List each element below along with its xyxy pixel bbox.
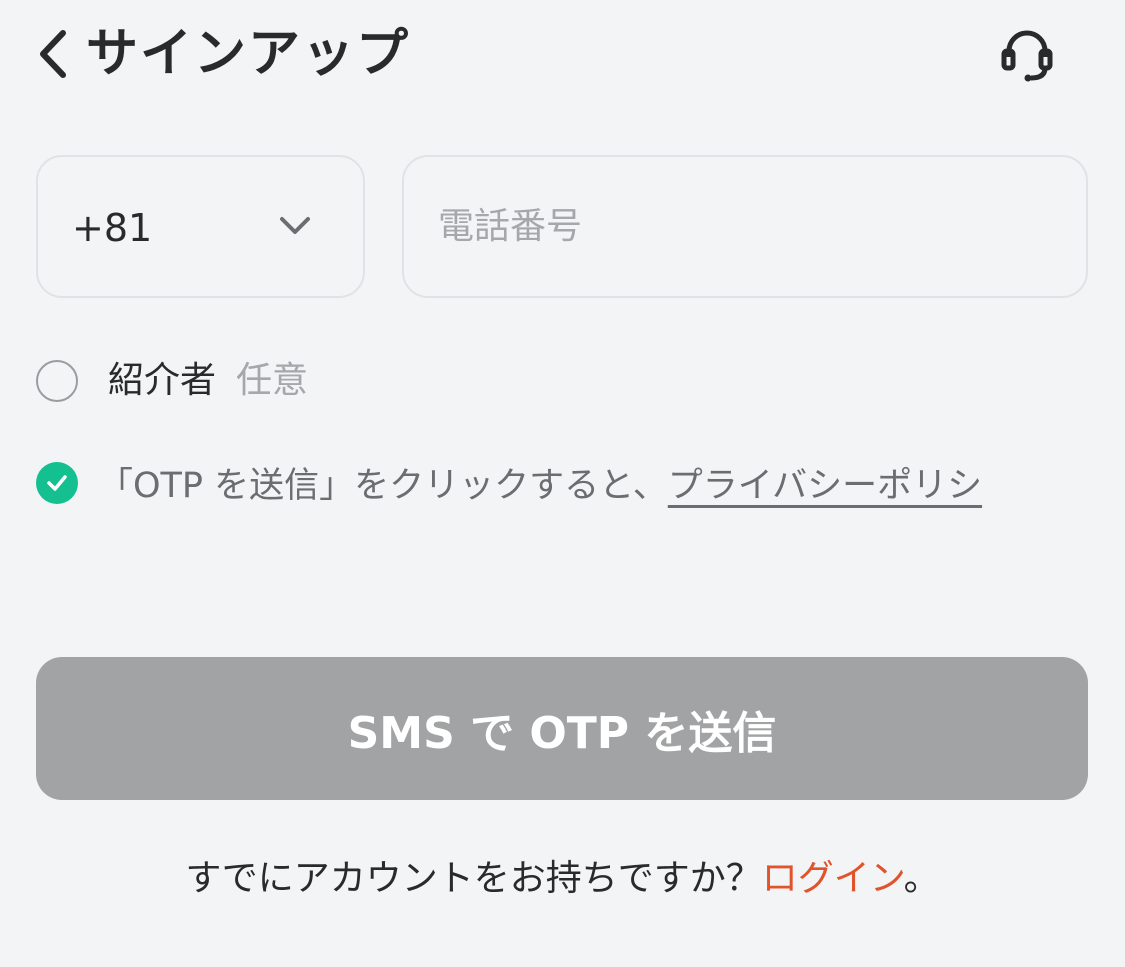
phone-number-input[interactable] <box>438 157 1058 296</box>
support-button[interactable] <box>994 22 1060 88</box>
referrer-optional-label: 任意 <box>236 360 309 401</box>
privacy-policy-link[interactable]: プライバシーポリシ <box>668 466 982 506</box>
headset-icon <box>1001 30 1053 82</box>
back-button[interactable] <box>30 26 74 82</box>
checkmark-icon <box>47 475 67 491</box>
login-link[interactable]: ログイン <box>762 858 904 899</box>
page-title: サインアップ <box>86 24 411 84</box>
phone-field <box>402 155 1088 298</box>
country-code-value: +81 <box>72 206 153 250</box>
login-prompt: すでにアカウントをお持ちですか？ログイン。 <box>0 850 1125 908</box>
chevron-left-icon <box>40 30 66 78</box>
login-prompt-text: すでにアカウントをお持ちですか？ <box>185 858 762 899</box>
country-code-select[interactable]: +81 <box>36 155 365 298</box>
signup-page: サインアップ +81 紹介者 任意 「OTP を送信」をクリックすると、プライバ… <box>0 0 1125 967</box>
agreement-text-row: 「OTP を送信」をクリックすると、プライバシーポリシ <box>98 458 1098 514</box>
agreement-checkbox[interactable] <box>36 462 78 504</box>
referrer-label: 紹介者 <box>108 360 217 401</box>
referrer-radio[interactable] <box>36 360 78 402</box>
agreement-text: 「OTP を送信」をクリックすると、 <box>98 466 668 506</box>
send-otp-button[interactable]: SMS で OTP を送信 <box>36 657 1088 800</box>
chevron-down-icon <box>280 217 310 234</box>
login-prompt-suffix: 。 <box>903 858 940 899</box>
